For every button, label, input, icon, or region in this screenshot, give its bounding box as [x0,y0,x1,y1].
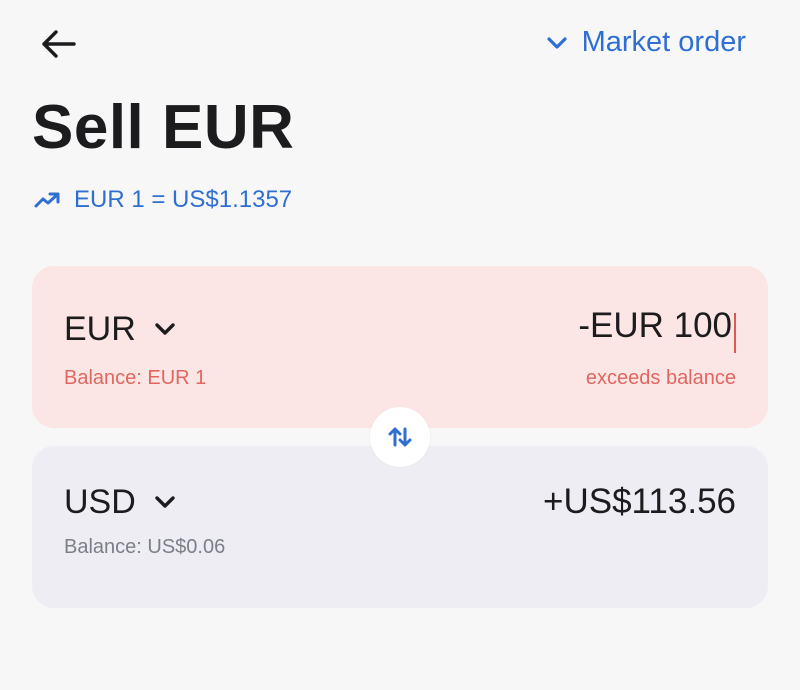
arrow-left-icon [42,30,76,58]
sell-currency-label: EUR [64,309,136,348]
sell-amount-input[interactable]: -EUR 100 [578,306,736,353]
order-type-selector[interactable]: Market order [546,26,746,59]
sell-currency-selector[interactable]: EUR [64,310,176,349]
order-type-label: Market order [581,26,746,58]
buy-amount-input[interactable]: +US$113.56 [543,482,736,522]
buy-card: USD +US$113.56 Balance: US$0.06 [32,446,768,608]
buy-currency-selector[interactable]: USD [64,483,176,522]
chevron-down-icon [155,496,175,508]
sell-amount-value: -EUR 100 [578,306,732,345]
back-button[interactable] [36,24,80,64]
text-caret [734,312,736,353]
sell-card: EUR -EUR 100 Balance: EUR 1 exceeds bala… [32,266,768,428]
buy-balance: Balance: US$0.06 [64,536,226,558]
sell-balance: Balance: EUR 1 [64,366,207,389]
buy-currency-label: USD [64,482,136,521]
page-title: Sell EUR [32,93,295,162]
trending-up-icon [34,192,60,208]
swap-vertical-icon [388,427,412,447]
swap-button[interactable] [370,407,430,467]
chevron-down-icon [155,323,175,336]
buy-amount-value: +US$113.56 [543,482,736,521]
sell-error-message: exceeds balance [585,366,736,389]
chevron-down-icon [547,36,567,49]
exchange-rate: EUR 1 = US$1.1357 [34,186,292,214]
exchange-rate-text: EUR 1 = US$1.1357 [74,186,293,213]
